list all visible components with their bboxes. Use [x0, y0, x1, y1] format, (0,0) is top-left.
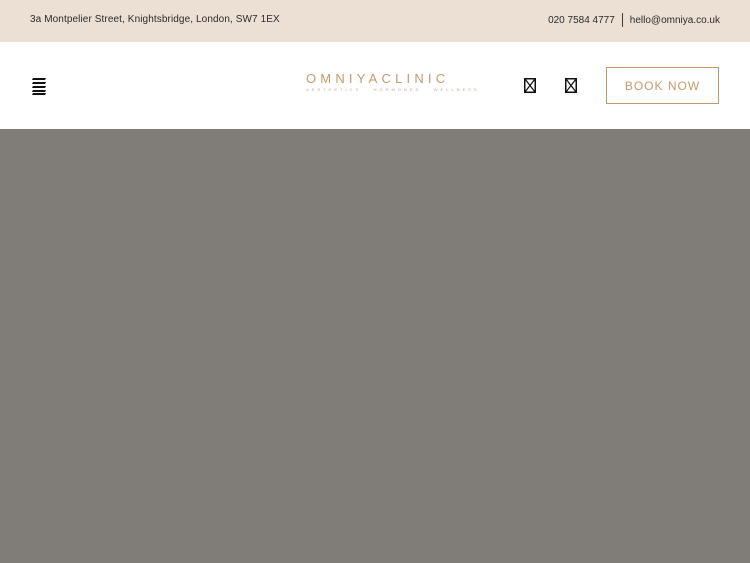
logo-tagline: AESTHETICS · HORMONES · WELLNESS [306, 87, 480, 92]
phone-link[interactable]: 020 7584 4777 [548, 15, 615, 26]
book-now-button[interactable]: BOOK NOW [606, 67, 719, 104]
email-link[interactable]: hello@omniya.co.uk [630, 15, 720, 26]
contact-divider [621, 13, 623, 27]
logo-wordmark: OMNIYACLINIC [306, 71, 450, 86]
missing-glyph-icon[interactable] [565, 78, 577, 93]
top-info-bar: 3a Montpelier Street, Knightsbridge, Lon… [0, 0, 750, 42]
hero-banner [0, 129, 750, 563]
address-text: 3a Montpelier Street, Knightsbridge, Lon… [30, 14, 280, 25]
contact-info: 020 7584 4777 hello@omniya.co.uk [548, 13, 720, 27]
site-header: OMNIYACLINIC AESTHETICS · HORMONES · WEL… [0, 42, 750, 129]
hamburger-menu-icon[interactable] [31, 77, 47, 95]
clinic-logo[interactable]: OMNIYACLINIC AESTHETICS · HORMONES · WEL… [306, 71, 480, 97]
missing-glyph-icon[interactable] [524, 78, 536, 93]
